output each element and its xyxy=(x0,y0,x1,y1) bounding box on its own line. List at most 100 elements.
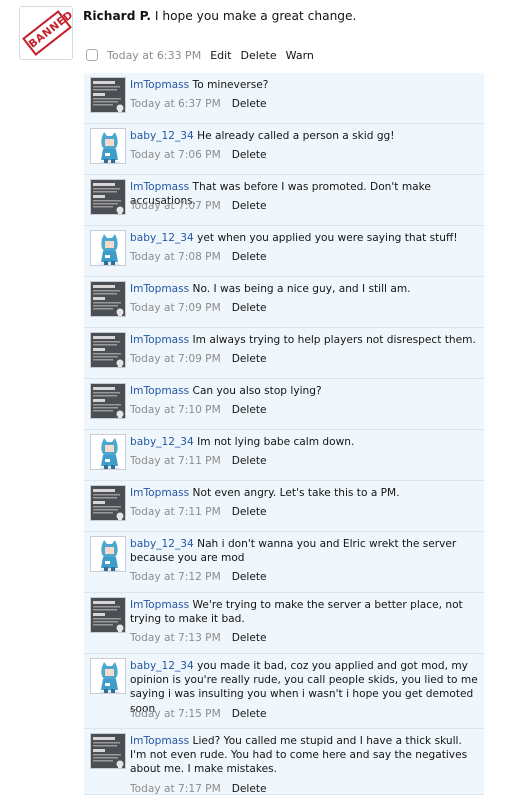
comment-item: baby_12_34 Nah i don't wanna you and Elr… xyxy=(84,532,484,593)
comment-message: No. I was being a nice guy, and I still … xyxy=(192,283,411,295)
comment-meta: Today at 7:11 PM Delete xyxy=(130,455,267,467)
comment-time[interactable]: Today at 7:12 PM xyxy=(130,571,221,583)
comment-item: ImTopmass We're trying to make the serve… xyxy=(84,593,484,654)
comment-time[interactable]: Today at 7:11 PM xyxy=(130,455,221,467)
comment-message: To mineverse? xyxy=(192,79,269,91)
delete-comment-link[interactable]: Delete xyxy=(232,404,267,416)
post-content: Richard P. I hope you make a great chang… xyxy=(83,9,356,23)
comment-time[interactable]: Today at 7:11 PM xyxy=(130,506,221,518)
comment-message: He already called a person a skid gg! xyxy=(197,130,395,142)
post-message: I hope you make a great change. xyxy=(154,9,357,23)
comment-username[interactable]: baby_12_34 xyxy=(130,660,194,672)
comment-body: baby_12_34 Im not lying babe calm down. xyxy=(130,435,480,449)
comment-username[interactable]: ImTopmass xyxy=(130,181,189,193)
darkness-avatar[interactable] xyxy=(90,597,126,633)
comment-item: ImTopmass Im always trying to help playe… xyxy=(84,328,484,379)
darkness-avatar[interactable] xyxy=(90,281,126,317)
comment-item: baby_12_34 yet when you applied you were… xyxy=(84,226,484,277)
comment-time[interactable]: Today at 7:06 PM xyxy=(130,149,221,161)
comment-meta: Today at 7:07 PM Delete xyxy=(130,200,267,212)
comment-meta: Today at 6:37 PM Delete xyxy=(130,98,267,110)
delete-comment-link[interactable]: Delete xyxy=(232,632,267,644)
delete-comment-link[interactable]: Delete xyxy=(232,302,267,314)
comment-username[interactable]: baby_12_34 xyxy=(130,538,194,550)
comment-username[interactable]: ImTopmass xyxy=(130,735,189,747)
comment-username[interactable]: ImTopmass xyxy=(130,599,189,611)
darkness-avatar[interactable] xyxy=(90,733,126,769)
post-time[interactable]: Today at 6:33 PM xyxy=(107,49,201,62)
comment-meta: Today at 7:10 PM Delete xyxy=(130,404,267,416)
comment-meta: Today at 7:06 PM Delete xyxy=(130,149,267,161)
comment-username[interactable]: baby_12_34 xyxy=(130,130,194,142)
delete-comment-link[interactable]: Delete xyxy=(232,455,267,467)
comment-time[interactable]: Today at 6:37 PM xyxy=(130,98,221,110)
character-avatar[interactable] xyxy=(90,128,126,164)
comment-meta: Today at 7:17 PM Delete xyxy=(130,783,267,795)
delete-comment-link[interactable]: Delete xyxy=(232,571,267,583)
comment-meta: Today at 7:11 PM Delete xyxy=(130,506,267,518)
comment-body: ImTopmass Im always trying to help playe… xyxy=(130,333,480,347)
comment-meta: Today at 7:09 PM Delete xyxy=(130,302,267,314)
comment-time[interactable]: Today at 7:13 PM xyxy=(130,632,221,644)
comment-item: ImTopmass Can you also stop lying? Today … xyxy=(84,379,484,430)
character-avatar[interactable] xyxy=(90,536,126,572)
comment-username[interactable]: baby_12_34 xyxy=(130,232,194,244)
comment-username[interactable]: ImTopmass xyxy=(130,283,189,295)
delete-link[interactable]: Delete xyxy=(241,49,277,62)
comment-body: baby_12_34 yet when you applied you were… xyxy=(130,231,480,245)
comment-item: ImTopmass Lied? You called me stupid and… xyxy=(84,729,484,795)
darkness-avatar[interactable] xyxy=(90,332,126,368)
comment-item: baby_12_34 you made it bad, coz you appl… xyxy=(84,654,484,729)
comment-item: baby_12_34 He already called a person a … xyxy=(84,124,484,175)
delete-comment-link[interactable]: Delete xyxy=(232,783,267,795)
comment-username[interactable]: ImTopmass xyxy=(130,487,189,499)
comment-body: baby_12_34 He already called a person a … xyxy=(130,129,480,143)
comment-time[interactable]: Today at 7:15 PM xyxy=(130,708,221,720)
comment-time[interactable]: Today at 7:09 PM xyxy=(130,302,221,314)
darkness-avatar[interactable] xyxy=(90,77,126,113)
comment-meta: Today at 7:13 PM Delete xyxy=(130,632,267,644)
delete-comment-link[interactable]: Delete xyxy=(232,98,267,110)
comment-username[interactable]: baby_12_34 xyxy=(130,436,194,448)
comment-body: ImTopmass Lied? You called me stupid and… xyxy=(130,734,480,777)
delete-comment-link[interactable]: Delete xyxy=(232,708,267,720)
delete-comment-link[interactable]: Delete xyxy=(232,251,267,263)
comment-body: ImTopmass Not even angry. Let's take thi… xyxy=(130,486,480,500)
comment-body: ImTopmass We're trying to make the serve… xyxy=(130,598,480,626)
comment-time[interactable]: Today at 7:17 PM xyxy=(130,783,221,795)
comment-meta: Today at 7:08 PM Delete xyxy=(130,251,267,263)
delete-comment-link[interactable]: Delete xyxy=(232,200,267,212)
darkness-avatar[interactable] xyxy=(90,179,126,215)
profile-post: BANNED Richard P. I hope you make a grea… xyxy=(0,0,522,68)
comment-time[interactable]: Today at 7:08 PM xyxy=(130,251,221,263)
darkness-avatar[interactable] xyxy=(90,485,126,521)
darkness-avatar[interactable] xyxy=(90,383,126,419)
delete-comment-link[interactable]: Delete xyxy=(232,149,267,161)
post-meta: Today at 6:33 PM Edit Delete Warn xyxy=(86,46,323,64)
comment-body: baby_12_34 Nah i don't wanna you and Elr… xyxy=(130,537,480,565)
banned-stamp: BANNED xyxy=(22,9,72,56)
comment-meta: Today at 7:15 PM Delete xyxy=(130,708,267,720)
comment-time[interactable]: Today at 7:07 PM xyxy=(130,200,221,212)
comment-time[interactable]: Today at 7:09 PM xyxy=(130,353,221,365)
edit-link[interactable]: Edit xyxy=(210,49,231,62)
delete-comment-link[interactable]: Delete xyxy=(232,506,267,518)
post-author[interactable]: Richard P. xyxy=(83,9,151,23)
comment-body: ImTopmass To mineverse? xyxy=(130,78,480,92)
character-avatar[interactable] xyxy=(90,230,126,266)
comment-meta: Today at 7:12 PM Delete xyxy=(130,571,267,583)
comment-username[interactable]: ImTopmass xyxy=(130,334,189,346)
comment-username[interactable]: ImTopmass xyxy=(130,385,189,397)
character-avatar[interactable] xyxy=(90,658,126,694)
comment-message: Im always trying to help players not dis… xyxy=(192,334,476,346)
select-checkbox[interactable] xyxy=(86,49,98,61)
delete-comment-link[interactable]: Delete xyxy=(232,353,267,365)
author-avatar[interactable]: BANNED xyxy=(19,6,73,60)
comment-time[interactable]: Today at 7:10 PM xyxy=(130,404,221,416)
character-avatar[interactable] xyxy=(90,434,126,470)
comment-username[interactable]: ImTopmass xyxy=(130,79,189,91)
comment-message: Not even angry. Let's take this to a PM. xyxy=(192,487,400,499)
comment-message: Can you also stop lying? xyxy=(192,385,322,397)
warn-link[interactable]: Warn xyxy=(286,49,314,62)
comment-item: ImTopmass No. I was being a nice guy, an… xyxy=(84,277,484,328)
